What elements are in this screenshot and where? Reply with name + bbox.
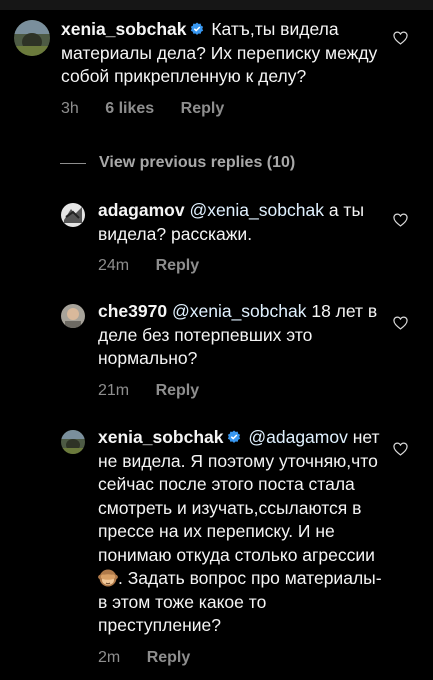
username[interactable]: adagamov: [98, 200, 185, 220]
reply-button[interactable]: Reply: [181, 100, 225, 117]
comment-text: xenia_sobchak Катъ,ты видела материалы д…: [61, 18, 381, 89]
username[interactable]: xenia_sobchak: [61, 19, 186, 39]
mention-link[interactable]: @xenia_sobchak: [172, 301, 307, 321]
avatar[interactable]: [14, 20, 50, 56]
reply-button[interactable]: Reply: [156, 257, 200, 274]
view-previous-label: View previous replies (10): [99, 154, 296, 171]
avatar[interactable]: [61, 430, 85, 454]
top-bar: [0, 0, 433, 10]
username[interactable]: xenia_sobchak: [98, 427, 223, 447]
see-no-evil-monkey-icon: [98, 569, 118, 587]
reply-button[interactable]: Reply: [147, 649, 191, 666]
reply-meta: 2m Reply: [98, 649, 383, 669]
view-previous-replies-button[interactable]: View previous replies (10): [60, 154, 295, 172]
comment-meta: 3h 6 likes Reply: [61, 100, 381, 120]
heart-outline-icon[interactable]: [393, 213, 408, 227]
username[interactable]: che3970: [98, 301, 167, 321]
reply-text: che3970 @xenia_sobchak 18 лет в деле без…: [98, 300, 383, 371]
timestamp: 24m: [98, 257, 130, 274]
avatar[interactable]: [61, 304, 85, 328]
heart-outline-icon[interactable]: [393, 31, 408, 45]
reply-button[interactable]: Reply: [156, 382, 200, 399]
avatar[interactable]: [61, 203, 85, 227]
timestamp: 2m: [98, 648, 121, 666]
heart-outline-icon[interactable]: [393, 442, 408, 456]
heart-outline-icon[interactable]: [393, 316, 408, 330]
reply-body-after: . Задать вопрос про материалы-в этом тож…: [98, 568, 382, 635]
mention-link[interactable]: @adagamov: [248, 427, 348, 447]
likes-count[interactable]: 6 likes: [105, 100, 154, 117]
timestamp: 21m: [98, 381, 130, 399]
reply-meta: 24m Reply: [98, 257, 383, 277]
divider-line: [60, 162, 86, 164]
reply-body: нет не видела. Я поэтому уточняю,что сей…: [98, 427, 380, 565]
reply-meta: 21m Reply: [98, 382, 383, 402]
mention-link[interactable]: @xenia_sobchak: [189, 200, 324, 220]
reply-text: xenia_sobchak @adagamov нет не видела. Я…: [98, 426, 383, 638]
verified-badge-icon: [191, 22, 204, 35]
verified-badge-icon: [228, 430, 241, 443]
reply-text: adagamov @xenia_sobchak а ты видела? рас…: [98, 199, 383, 246]
timestamp: 3h: [61, 99, 79, 117]
